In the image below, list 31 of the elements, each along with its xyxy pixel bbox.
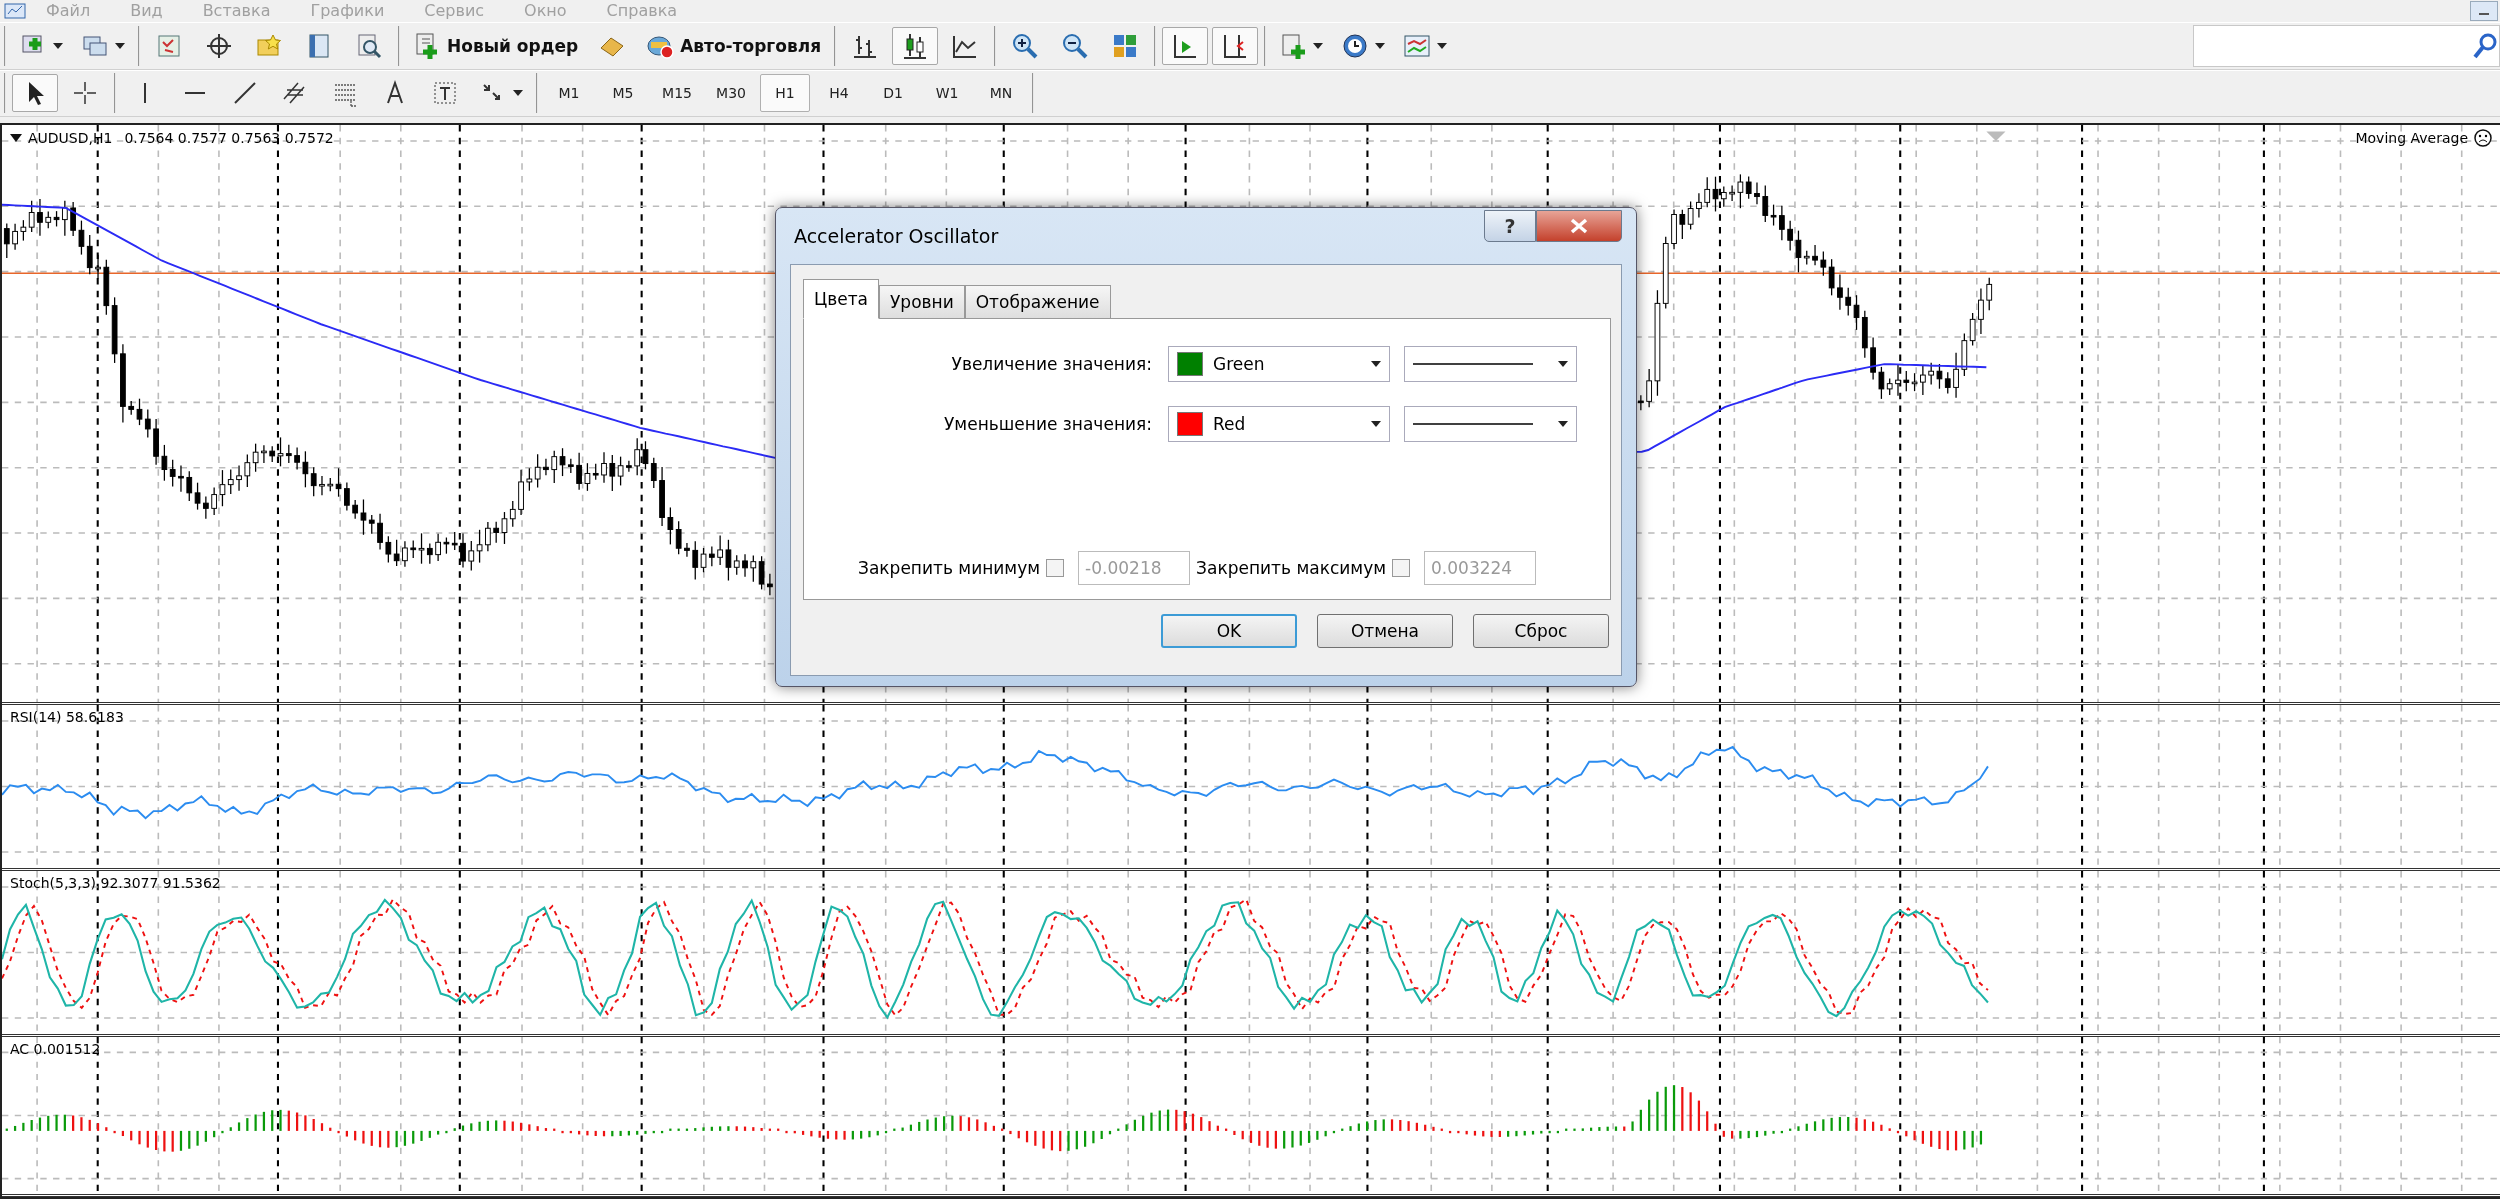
timeframe-button[interactable]: M30 <box>706 74 756 113</box>
field-label: Увеличение значения: <box>950 354 1153 374</box>
indicator-label: Moving Average <box>2355 130 2468 146</box>
color-dropdown[interactable]: Red <box>1168 406 1390 442</box>
dialog-tab[interactable]: Отображение <box>964 285 1111 319</box>
timeframe-button[interactable]: W1 <box>922 74 972 113</box>
indicator-label: AC 0.001512 <box>10 1041 101 1057</box>
dialog-tab[interactable]: Цвета <box>803 279 879 319</box>
price-values: 0.7564 0.7577 0.7563 0.7572 <box>124 130 334 146</box>
timeframe-button[interactable]: M5 <box>598 74 648 113</box>
color-dropdown[interactable]: Green <box>1168 346 1390 382</box>
dialog-tab[interactable]: Уровни <box>879 285 965 319</box>
timeframe-button[interactable]: D1 <box>868 74 918 113</box>
dialog-button[interactable]: Сброс <box>1473 614 1609 648</box>
help-button[interactable]: ? <box>1484 210 1536 242</box>
symbol-label: AUDUSD,H1 <box>28 130 113 146</box>
timeframe-button[interactable]: M15 <box>652 74 702 113</box>
field-label: Закрепить минимум <box>858 558 1041 578</box>
timeframe-button[interactable]: M1 <box>544 74 594 113</box>
indicator-label: RSI(14) 58.6183 <box>10 709 124 725</box>
toolbar-button[interactable]: Авто-торговля <box>639 26 829 65</box>
dialog-button[interactable]: OK <box>1161 614 1297 648</box>
timeframe-button[interactable]: MN <box>976 74 1026 113</box>
field-label: Закрепить максимум <box>1196 558 1387 578</box>
timeframe-button[interactable]: H4 <box>814 74 864 113</box>
dialog-button[interactable]: Отмена <box>1317 614 1453 648</box>
indicator-label: Stoch(5,3,3) 92.3077 91.5362 <box>10 875 221 891</box>
dialog-title: Accelerator Oscillator <box>793 225 999 247</box>
timeframe-button[interactable]: H1 <box>760 74 810 113</box>
field-label: Уменьшение значения: <box>943 414 1153 434</box>
toolbar-button[interactable]: Новый ордер <box>406 26 586 65</box>
